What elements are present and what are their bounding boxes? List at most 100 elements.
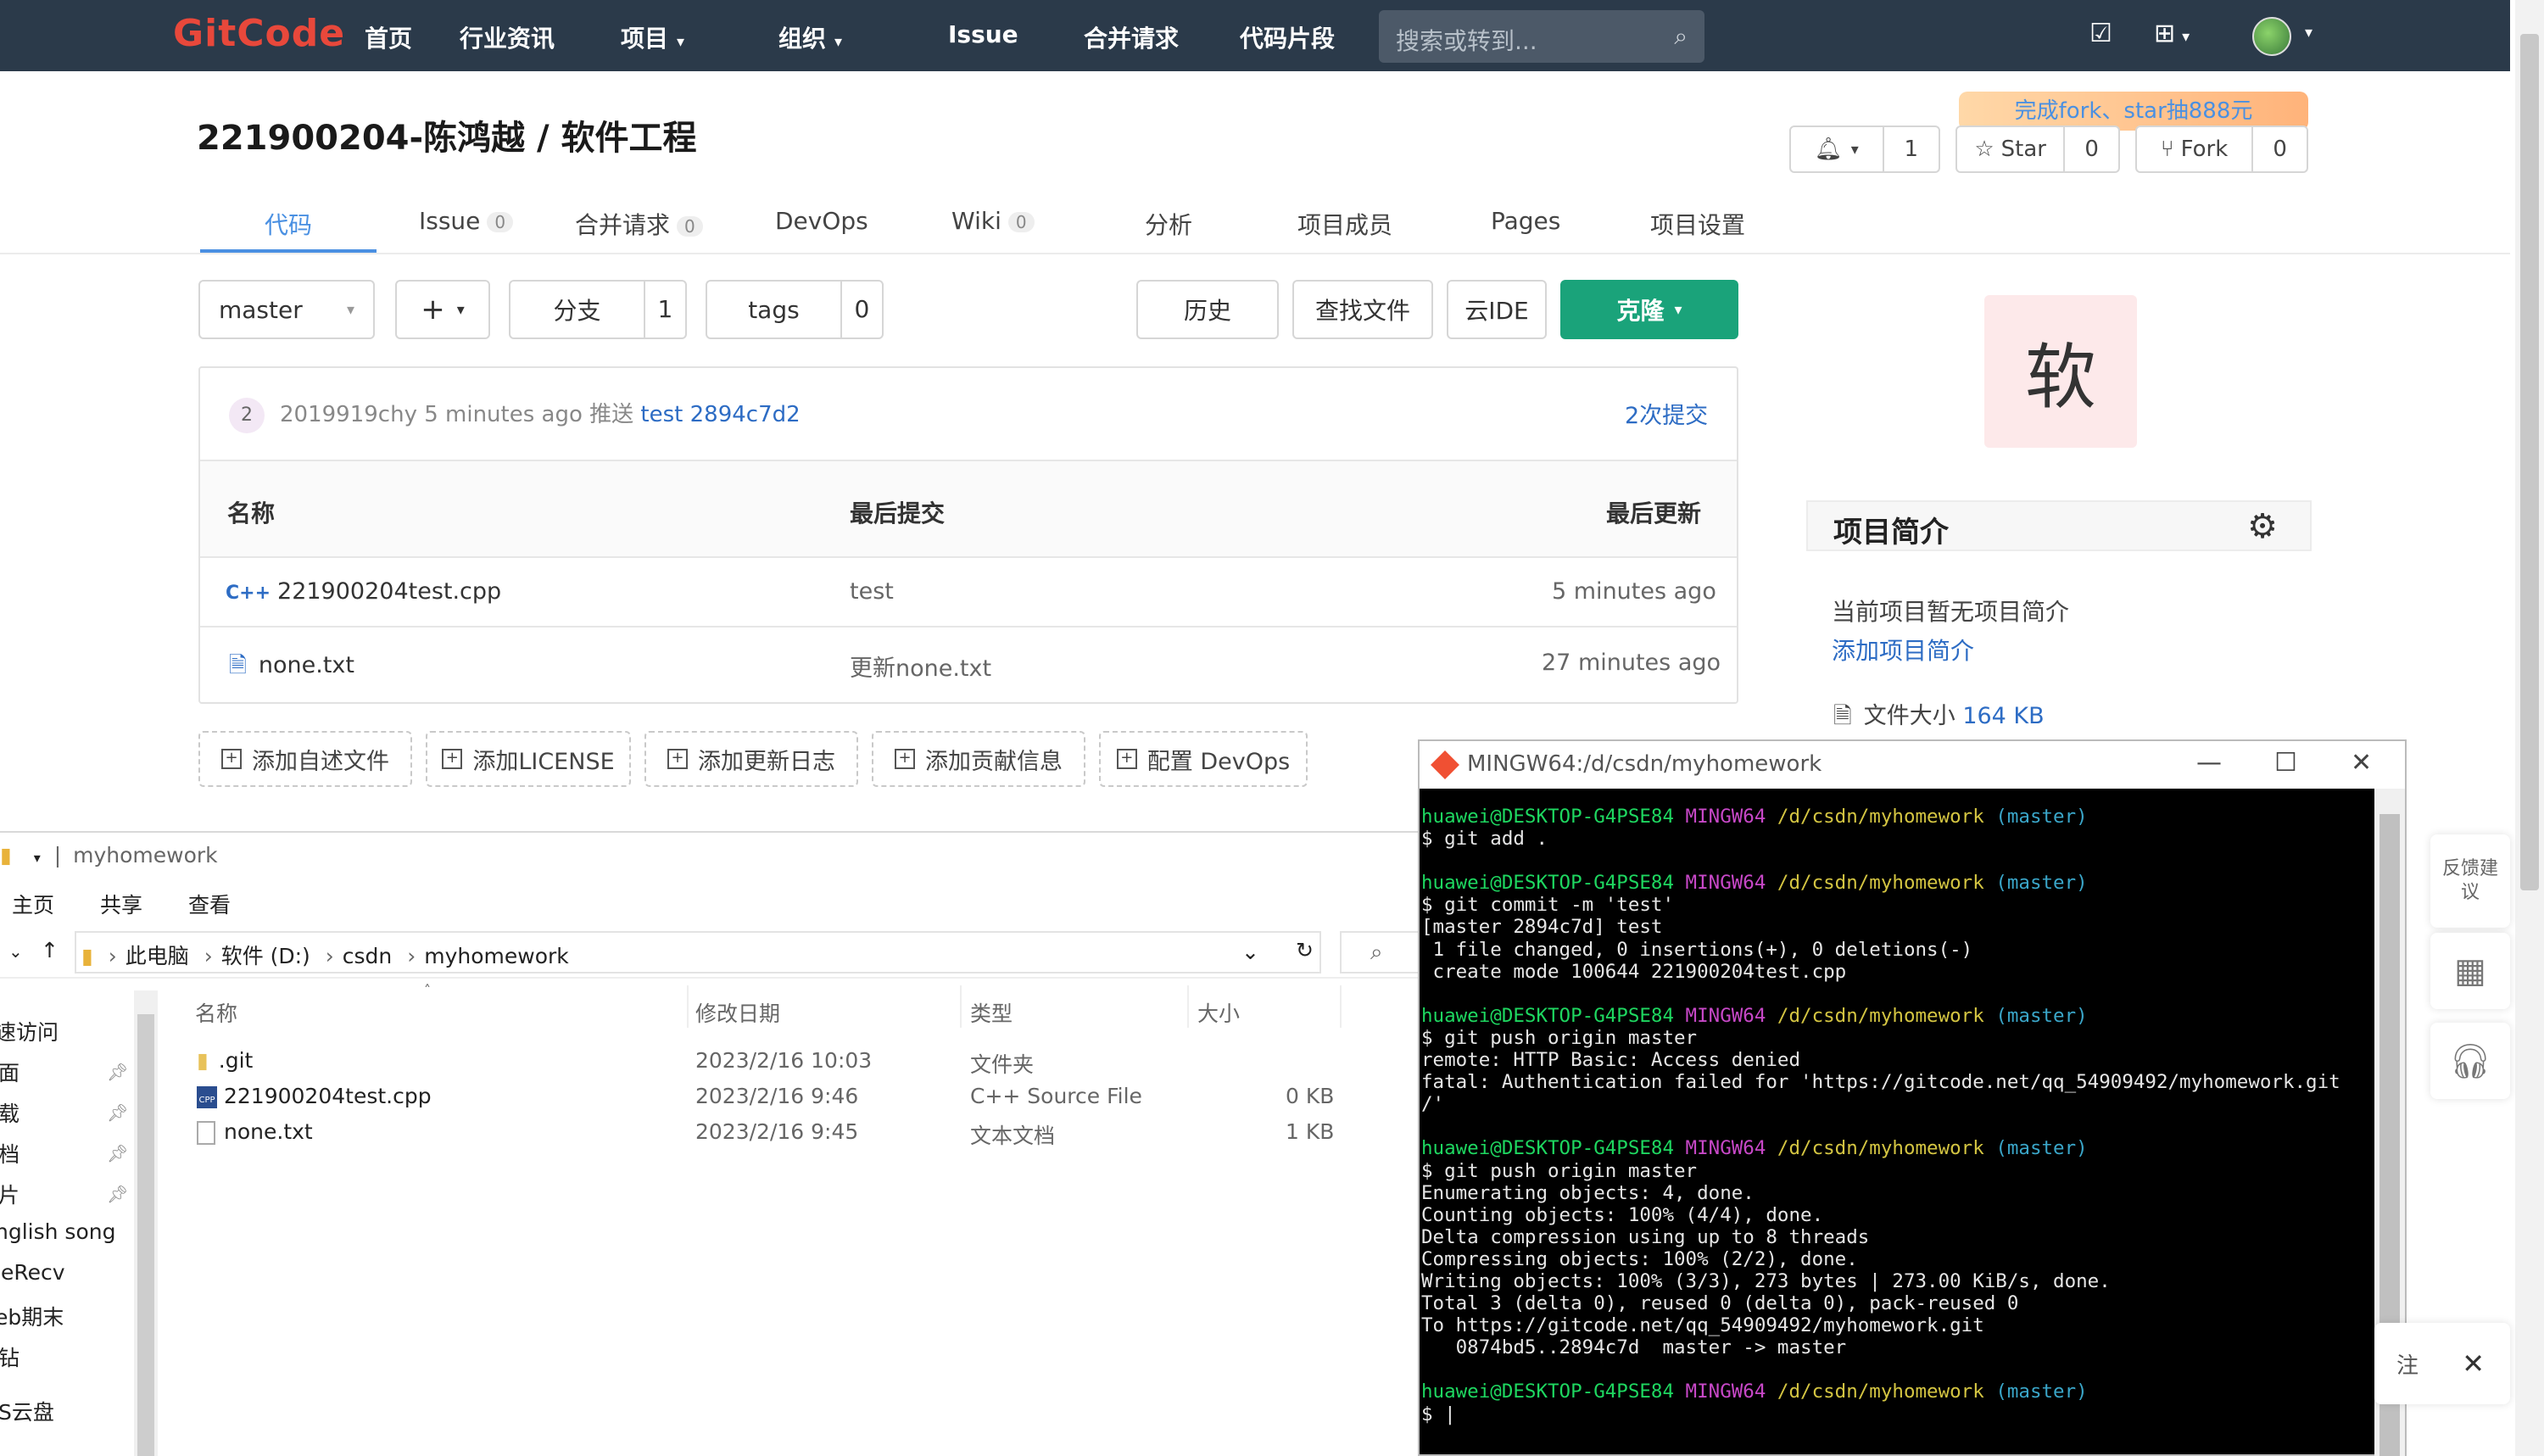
nav-projects[interactable]: 项目 ▾: [621, 20, 684, 54]
tags-button[interactable]: tags 0: [706, 280, 884, 339]
list-item[interactable]: ▮ .git: [197, 1048, 253, 1073]
nav-issue[interactable]: Issue: [948, 20, 1018, 48]
up-arrow-icon[interactable]: ↑: [41, 938, 59, 962]
add-readme-button[interactable]: + 添加自述文件: [198, 731, 412, 787]
fork-button-group[interactable]: ⑂ Fork 0: [2135, 126, 2308, 173]
watch-button-group[interactable]: 🔔︎ ▾ 1: [1789, 126, 1940, 173]
tab-devops[interactable]: DevOps: [775, 207, 868, 235]
add-changelog-button[interactable]: + 添加更新日志: [644, 731, 858, 787]
nav-item-web-final[interactable]: eb期末: [0, 1301, 64, 1331]
table-row[interactable]: C++ 221900204test.cpp: [226, 578, 501, 605]
nav-item-filerecv[interactable]: leRecv: [0, 1260, 65, 1285]
recent-locations-icon[interactable]: ⌄: [8, 941, 23, 962]
tab-code[interactable]: 代码: [265, 207, 312, 241]
nav-item-english-song[interactable]: nglish song: [0, 1219, 115, 1244]
tab-members[interactable]: 项目成员: [1297, 207, 1392, 241]
nav-orgs[interactable]: 组织 ▾: [778, 20, 842, 54]
page-scrollbar[interactable]: [2515, 0, 2544, 1456]
explorer-nav-scrollbar[interactable]: [134, 990, 158, 1456]
nav-merge-requests[interactable]: 合并请求: [1084, 20, 1179, 54]
nav-news[interactable]: 行业资讯: [460, 20, 555, 54]
qat-dropdown-icon[interactable]: ▾: [34, 850, 41, 866]
terminal-output[interactable]: huawei@DESKTOP-G4PSE84 MINGW64 /d/csdn/m…: [1421, 806, 2373, 1456]
branch-select[interactable]: master ▾: [198, 280, 375, 339]
todo-icon[interactable]: ☑: [2089, 19, 2112, 48]
file-last-commit[interactable]: test: [850, 578, 894, 605]
close-icon[interactable]: ✕: [2462, 1347, 2485, 1380]
gitcode-logo[interactable]: GitCode: [173, 12, 345, 55]
nav-snippets[interactable]: 代码片段: [1240, 20, 1335, 54]
ribbon-tab-share[interactable]: 共享: [100, 889, 142, 919]
add-dropdown-button[interactable]: + ▾: [395, 280, 490, 339]
divider: [200, 556, 1737, 558]
user-avatar[interactable]: [2252, 17, 2291, 56]
pin-icon[interactable]: 📌︎: [107, 1143, 127, 1163]
star-button[interactable]: ☆ Star: [1957, 127, 2063, 171]
tab-merge-requests[interactable]: 合并请求 0: [575, 207, 703, 241]
nav-home[interactable]: 首页: [365, 20, 412, 54]
refresh-icon[interactable]: ↻: [1296, 938, 1314, 962]
scrollbar-thumb[interactable]: [137, 1014, 154, 1456]
qr-code-icon[interactable]: ▦: [2430, 933, 2510, 1009]
clone-button[interactable]: 克隆 ▾: [1560, 280, 1738, 339]
scrollbar-thumb[interactable]: [2520, 34, 2539, 890]
fork-button[interactable]: ⑂ Fork: [2137, 127, 2251, 171]
nav-item-desktop[interactable]: 面: [0, 1057, 20, 1087]
cloud-ide-button[interactable]: 云IDE: [1447, 280, 1547, 339]
table-row[interactable]: 🗎 none.txt: [229, 650, 354, 687]
add-contributing-button[interactable]: + 添加贡献信息: [872, 731, 1085, 787]
breadcrumb-myhomework[interactable]: myhomework: [424, 944, 569, 968]
maximize-icon[interactable]: ☐: [2274, 748, 2297, 778]
history-button[interactable]: 历史: [1136, 280, 1279, 339]
project-title[interactable]: 221900204-陈鸿越 / 软件工程: [197, 110, 697, 159]
col-header-type[interactable]: 类型: [970, 997, 1013, 1028]
commit-hash-link[interactable]: 2894c7d2: [690, 402, 801, 427]
breadcrumb-drive[interactable]: 软件 (D:): [221, 944, 310, 968]
customer-service-icon[interactable]: 🎧︎: [2430, 1023, 2510, 1099]
close-icon[interactable]: ✕: [2351, 748, 2372, 778]
breadcrumb-csdn[interactable]: csdn: [343, 944, 392, 968]
list-item[interactable]: CPP 221900204test.cpp: [197, 1084, 432, 1108]
commit-count-link[interactable]: 2次提交: [1625, 397, 1708, 430]
tab-analytics[interactable]: 分析: [1145, 207, 1192, 241]
committer-avatar[interactable]: 2: [229, 397, 265, 433]
pin-icon[interactable]: 📌︎: [107, 1062, 127, 1082]
nav-item-folder[interactable]: 钻: [0, 1342, 20, 1372]
nav-item-quick-access[interactable]: 速访问: [0, 1016, 59, 1046]
add-license-button[interactable]: + 添加LICENSE: [426, 731, 631, 787]
col-header-size[interactable]: 大小: [1197, 997, 1240, 1028]
branches-button[interactable]: 分支 1: [509, 280, 687, 339]
pin-icon[interactable]: 📌︎: [107, 1102, 127, 1123]
commit-message-link[interactable]: test: [640, 402, 683, 427]
star-button-group[interactable]: ☆ Star 0: [1955, 126, 2120, 173]
nav-item-pictures[interactable]: 片: [0, 1179, 20, 1209]
tab-settings[interactable]: 项目设置: [1650, 207, 1745, 241]
ribbon-tab-view[interactable]: 查看: [188, 889, 231, 919]
tab-issue[interactable]: Issue 0: [419, 207, 514, 235]
nav-item-documents[interactable]: 档: [0, 1138, 20, 1169]
file-last-commit[interactable]: 更新none.txt: [850, 650, 991, 683]
file-size-label: 文件大小: [1863, 703, 1955, 729]
explorer-search-box[interactable]: ⌕: [1340, 931, 1425, 973]
nav-item-downloads[interactable]: 载: [0, 1097, 20, 1128]
add-intro-link[interactable]: 添加项目简介: [1832, 633, 1974, 667]
col-header-date[interactable]: 修改日期: [695, 997, 780, 1028]
bell-icon[interactable]: 🔔︎ ▾: [1791, 127, 1883, 171]
col-header-name[interactable]: 名称: [195, 997, 237, 1028]
tab-wiki[interactable]: Wiki 0: [951, 207, 1035, 235]
gear-icon[interactable]: ⚙: [2247, 507, 2278, 546]
search-input[interactable]: 搜索或转到... ⌕: [1379, 10, 1704, 63]
list-item[interactable]: none.txt: [197, 1119, 313, 1145]
create-new-icon[interactable]: ⊞ ▾: [2154, 19, 2190, 48]
chevron-down-icon[interactable]: ⌄: [1241, 940, 1259, 964]
find-file-button[interactable]: 查找文件: [1292, 280, 1433, 339]
nav-item-cloud-disk[interactable]: S云盘: [0, 1396, 54, 1426]
chevron-down-icon[interactable]: ▾: [2305, 24, 2312, 42]
pin-icon[interactable]: 📌︎: [107, 1184, 127, 1204]
configure-devops-button[interactable]: + 配置 DevOps: [1099, 731, 1308, 787]
breadcrumb-this-pc[interactable]: 此电脑: [126, 944, 189, 968]
minimize-icon[interactable]: —: [2196, 748, 2222, 778]
ribbon-tab-home[interactable]: 主页: [12, 889, 54, 919]
tab-pages[interactable]: Pages: [1491, 207, 1560, 235]
feedback-button[interactable]: 反馈建议: [2430, 834, 2510, 928]
